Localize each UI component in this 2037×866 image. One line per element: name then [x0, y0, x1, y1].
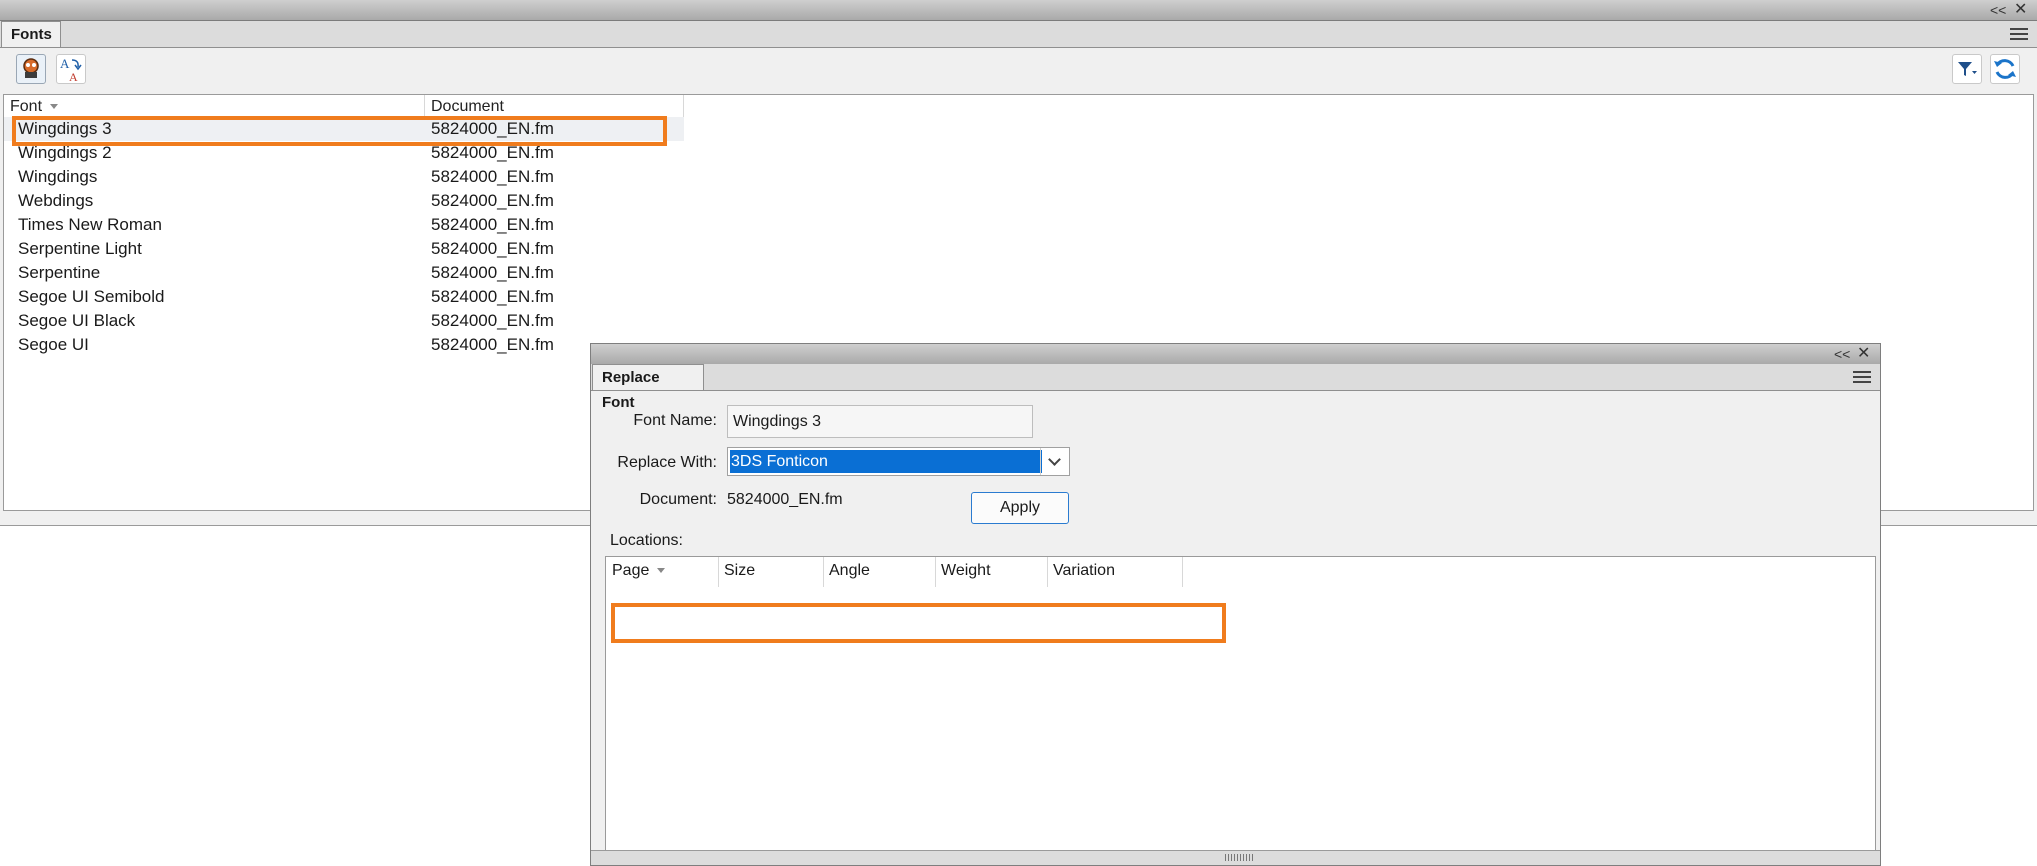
font-document: 5824000_EN.fm [431, 167, 554, 186]
font-row[interactable]: Serpentine 5824000_EN.fm [4, 261, 684, 285]
find-font-icon [23, 58, 39, 78]
column-header-page-label: Page [612, 562, 650, 579]
column-divider[interactable] [935, 557, 936, 587]
font-name-field[interactable]: Wingdings 3 [727, 405, 1033, 438]
refresh-icon [1994, 59, 2016, 79]
panel-menu-icon[interactable] [1853, 371, 1871, 383]
column-header-size[interactable]: Size [724, 557, 755, 587]
fonts-panel-title-bar[interactable]: << ✕ [0, 0, 2037, 21]
resize-strip[interactable] [591, 850, 1880, 865]
replace-font-panel: << ✕ Replace Font Font Name: Wingdings 3… [590, 343, 1881, 866]
column-header-angle[interactable]: Angle [829, 557, 870, 587]
font-row[interactable]: Webdings 5824000_EN.fm [4, 189, 684, 213]
close-button[interactable]: ✕ [1857, 344, 1870, 364]
chevron-down-icon[interactable] [1040, 448, 1069, 475]
filter-button[interactable] [1952, 54, 1982, 84]
replace-with-dropdown[interactable]: 3DS Fonticon [727, 447, 1070, 476]
column-divider[interactable] [424, 95, 425, 117]
close-button[interactable]: ✕ [2014, 0, 2027, 20]
document-value: 5824000_EN.fm [727, 491, 843, 508]
font-document: 5824000_EN.fm [431, 335, 554, 354]
font-name: Segoe UI [18, 335, 89, 354]
column-header-page[interactable]: Page [612, 557, 666, 587]
column-divider[interactable] [683, 95, 684, 117]
font-name-label: Font Name: [633, 412, 717, 429]
locations-label: Locations: [610, 532, 683, 549]
column-divider[interactable] [1182, 557, 1183, 587]
font-row[interactable]: Times New Roman 5824000_EN.fm [4, 213, 684, 237]
font-document: 5824000_EN.fm [431, 239, 554, 258]
sort-descending-icon [657, 568, 666, 574]
column-header-weight[interactable]: Weight [941, 557, 991, 587]
sort-descending-icon [50, 104, 59, 110]
replace-with-label: Replace With: [617, 454, 717, 471]
font-name: Webdings [18, 191, 94, 210]
font-name: Times New Roman [18, 215, 162, 234]
tab-replace-font[interactable]: Replace Font [592, 364, 704, 411]
column-divider[interactable] [1047, 557, 1048, 587]
font-document: 5824000_EN.fm [431, 311, 554, 330]
refresh-button[interactable] [1990, 54, 2020, 84]
locations-table[interactable]: Page Size Angle Weight Variation [605, 556, 1876, 852]
font-row[interactable]: Segoe UI 5824000_EN.fm [4, 333, 684, 357]
column-divider[interactable] [823, 557, 824, 587]
replace-tab-strip: Replace Font [591, 364, 1880, 411]
font-name: Wingdings [18, 167, 98, 186]
font-row[interactable]: Segoe UI Semibold 5824000_EN.fm [4, 285, 684, 309]
font-row[interactable]: Segoe UI Black 5824000_EN.fm [4, 309, 684, 333]
highlight-box [611, 603, 1226, 643]
replace-font-button[interactable]: A A [56, 54, 86, 84]
collapse-button[interactable]: << [1834, 344, 1850, 364]
font-name: Segoe UI Semibold [18, 287, 165, 306]
font-document: 5824000_EN.fm [431, 191, 554, 210]
filter-icon [1958, 62, 1977, 76]
replace-panel-title-bar[interactable]: << ✕ [591, 344, 1880, 365]
font-name: Segoe UI Black [18, 311, 136, 330]
column-header-font[interactable]: Font [10, 95, 59, 117]
highlight-box [12, 116, 667, 146]
font-document: 5824000_EN.fm [431, 215, 554, 234]
tab-fonts[interactable]: Fonts [1, 21, 61, 47]
column-header-variation[interactable]: Variation [1053, 557, 1115, 587]
column-header-font-label: Font [10, 98, 43, 115]
svg-text:A: A [69, 70, 78, 83]
find-font-button[interactable] [16, 54, 46, 84]
panel-menu-icon[interactable] [2010, 28, 2028, 40]
column-divider[interactable] [718, 557, 719, 587]
document-label: Document: [639, 491, 717, 508]
font-name: Serpentine Light [18, 239, 142, 258]
column-header-document[interactable]: Document [431, 95, 504, 117]
svg-text:A: A [60, 56, 70, 71]
font-row[interactable]: Wingdings 5824000_EN.fm [4, 165, 684, 189]
font-row[interactable]: Serpentine Light 5824000_EN.fm [4, 237, 684, 261]
font-document: 5824000_EN.fm [431, 263, 554, 282]
replace-font-icon: A A [60, 56, 82, 84]
fonts-tab-strip: Fonts [0, 21, 2037, 48]
apply-button[interactable]: Apply [971, 492, 1069, 524]
font-document: 5824000_EN.fm [431, 287, 554, 306]
replace-with-value[interactable]: 3DS Fonticon [730, 450, 1042, 473]
resize-grip-icon[interactable] [1225, 854, 1253, 861]
collapse-button[interactable]: << [1990, 0, 2006, 20]
font-name: Serpentine [18, 263, 101, 282]
